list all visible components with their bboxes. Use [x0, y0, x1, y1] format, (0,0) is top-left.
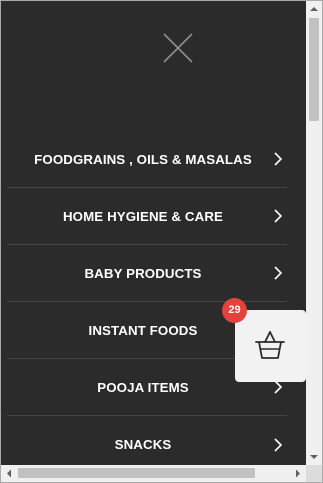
scrollbar-corner [306, 465, 322, 482]
scroll-right-icon [296, 469, 300, 478]
mobile-menu-panel: FOODGRAINS , OILS & MASALAS HOME HYGIENE… [1, 1, 306, 465]
chevron-right-icon [274, 437, 283, 452]
menu-item-label: BABY PRODUCTS [84, 265, 202, 281]
scroll-down-button[interactable] [306, 449, 322, 465]
menu-item-label: SNACKS [114, 437, 172, 452]
menu-item-home-hygiene-care[interactable]: HOME HYGIENE & CARE [7, 188, 287, 245]
menu-item-label: FOODGRAINS , OILS & MASALAS [34, 151, 252, 167]
cart-button[interactable] [235, 310, 306, 382]
close-menu-button[interactable] [161, 31, 195, 65]
menu-item-baby-products[interactable]: BABY PRODUCTS [7, 245, 287, 302]
chevron-right-icon [274, 209, 283, 223]
browser-frame: FOODGRAINS , OILS & MASALAS HOME HYGIENE… [0, 0, 323, 483]
chevron-right-icon [274, 266, 283, 280]
close-icon [163, 33, 193, 63]
chevron-right-icon [274, 152, 283, 166]
cart-count-badge: 29 [222, 298, 247, 323]
menu-item-label: HOME HYGIENE & CARE [62, 208, 223, 224]
horizontal-scroll-thumb[interactable] [18, 468, 255, 478]
scroll-left-icon [7, 469, 11, 478]
scroll-left-button[interactable] [1, 465, 17, 482]
vertical-scrollbar[interactable] [306, 1, 322, 465]
menu-item-label: POOJA ITEMS [97, 379, 189, 395]
vertical-scroll-thumb[interactable] [309, 18, 319, 121]
basket-icon [255, 331, 285, 359]
chevron-right-icon [274, 380, 283, 394]
scroll-up-button[interactable] [306, 1, 322, 17]
scroll-up-icon [310, 7, 318, 11]
scroll-right-button[interactable] [290, 465, 306, 482]
menu-item-foodgrains-oils-masalas[interactable]: FOODGRAINS , OILS & MASALAS [7, 131, 287, 188]
menu-item-label: INSTANT FOODS [88, 322, 198, 338]
horizontal-scrollbar[interactable] [1, 465, 306, 482]
scroll-down-icon [310, 455, 318, 459]
category-menu-list: FOODGRAINS , OILS & MASALAS HOME HYGIENE… [7, 131, 287, 473]
